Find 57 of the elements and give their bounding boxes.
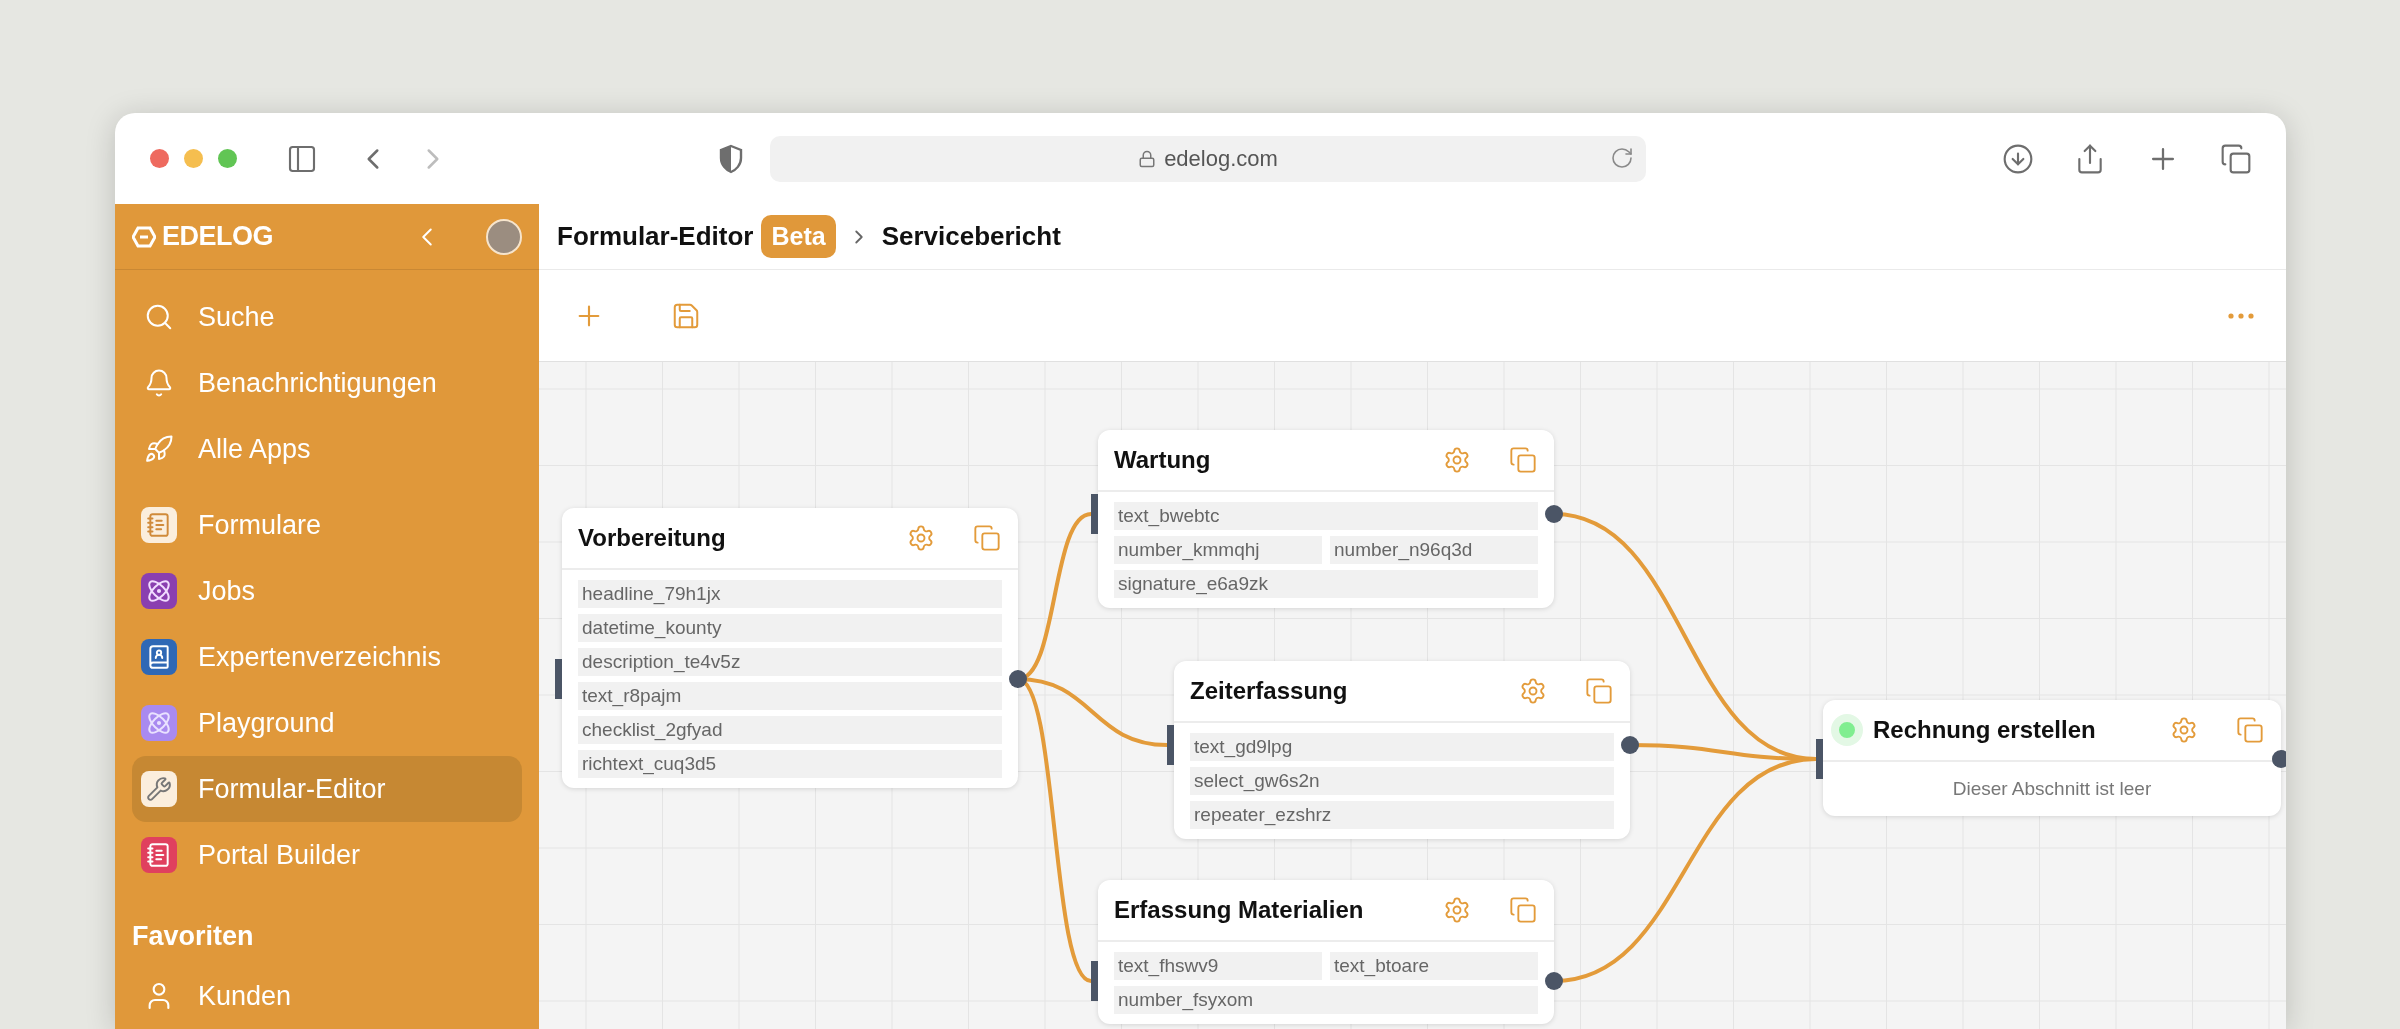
maximize-window-button[interactable] — [218, 149, 237, 168]
section-title: Rechnung erstellen — [1873, 716, 2097, 744]
form-field-chip[interactable]: text_gd9lpg — [1190, 733, 1614, 761]
notepad-wrench-icon — [141, 771, 177, 807]
beta-badge: Beta — [761, 215, 836, 258]
form-field-chip[interactable]: richtext_cuq3d5 — [578, 750, 1002, 778]
form-field-chip[interactable]: checklist_2gfyad — [578, 716, 1002, 744]
input-handle[interactable] — [1091, 494, 1098, 534]
rocket-icon — [144, 434, 174, 464]
output-handle[interactable] — [1545, 972, 1563, 990]
section-heading: Favoriten — [132, 920, 255, 953]
bell-icon — [144, 368, 174, 398]
minimize-window-button[interactable] — [184, 149, 203, 168]
form-field-chip[interactable]: number_n96q3d — [1330, 536, 1538, 564]
output-handle[interactable] — [1545, 505, 1563, 523]
form-field-chip[interactable]: repeater_ezshrz — [1190, 801, 1614, 829]
breadcrumb-link[interactable]: Servicebericht — [881, 221, 1061, 252]
section-card[interactable]: Wartung text_bwebtc number_kmmqhj number_n96q3d signature_e6a9zk — [1098, 430, 1554, 608]
form-field-chip[interactable]: text_btoare — [1330, 952, 1538, 980]
input-handle[interactable] — [555, 659, 562, 699]
section-card[interactable]: Zeiterfassung text_gd9lpg select_gw6s2n repeater_ezshrz — [1174, 661, 1630, 839]
section-card[interactable]: Erfassung Materialien text_fhswv9 text_btoare number_fsyxom — [1098, 880, 1554, 1024]
more-icon — [2228, 312, 2254, 319]
avatar[interactable] — [486, 218, 522, 255]
form-field-chip[interactable]: description_te4v5z — [578, 648, 1002, 676]
form-field-chip[interactable]: number_fsyxom — [1114, 986, 1538, 1014]
form-field-chip[interactable]: signature_e6a9zk — [1114, 570, 1538, 598]
section-title: Erfassung Materialien — [1114, 896, 1365, 924]
shield-icon[interactable] — [718, 143, 744, 174]
section-title: Wartung — [1114, 446, 1212, 474]
section-card[interactable]: Vorbereitung headline_79h1jx datetime_kounty description_te4v5z text_r8pajm checklist_2gfyad richtext_cuq3d5 — [562, 508, 1018, 788]
form-field-chip[interactable]: select_gw6s2n — [1190, 767, 1614, 795]
empty-message: Dieser Abschnitt ist leer — [1951, 777, 2153, 801]
notepad-icon — [141, 507, 177, 543]
input-handle[interactable] — [1091, 961, 1098, 1001]
form-field-chip[interactable]: headline_79h1jx — [578, 580, 1002, 608]
lock-icon — [1138, 149, 1157, 168]
form-field-chip[interactable]: text_bwebtc — [1114, 502, 1538, 530]
form-field-chip[interactable]: text_r8pajm — [578, 682, 1002, 710]
form-field-chip[interactable]: number_kmmqhj — [1114, 536, 1322, 564]
input-handle[interactable] — [1816, 739, 1823, 779]
atom-icon — [141, 705, 177, 741]
logo-mark-icon — [132, 225, 156, 248]
contact-book-icon — [141, 639, 177, 675]
sidebar-item[interactable]: Formular-Editor — [132, 756, 522, 822]
search-icon — [144, 302, 174, 332]
section-title: Zeiterfassung — [1190, 677, 1349, 705]
section-title: Vorbereitung — [578, 524, 727, 552]
section-card[interactable]: Rechnung erstellen Dieser Abschnitt ist leer — [1823, 700, 2281, 816]
close-window-button[interactable] — [150, 149, 169, 168]
breadcrumb-link[interactable]: Formular-Editor — [557, 221, 754, 252]
form-field-chip[interactable]: datetime_kounty — [578, 614, 1002, 642]
output-handle[interactable] — [1621, 736, 1639, 754]
output-handle[interactable] — [1009, 670, 1027, 688]
form-field-chip[interactable]: text_fhswv9 — [1114, 952, 1322, 980]
address-bar[interactable]: edelog.com — [770, 135, 1646, 182]
input-handle[interactable] — [1167, 725, 1174, 765]
